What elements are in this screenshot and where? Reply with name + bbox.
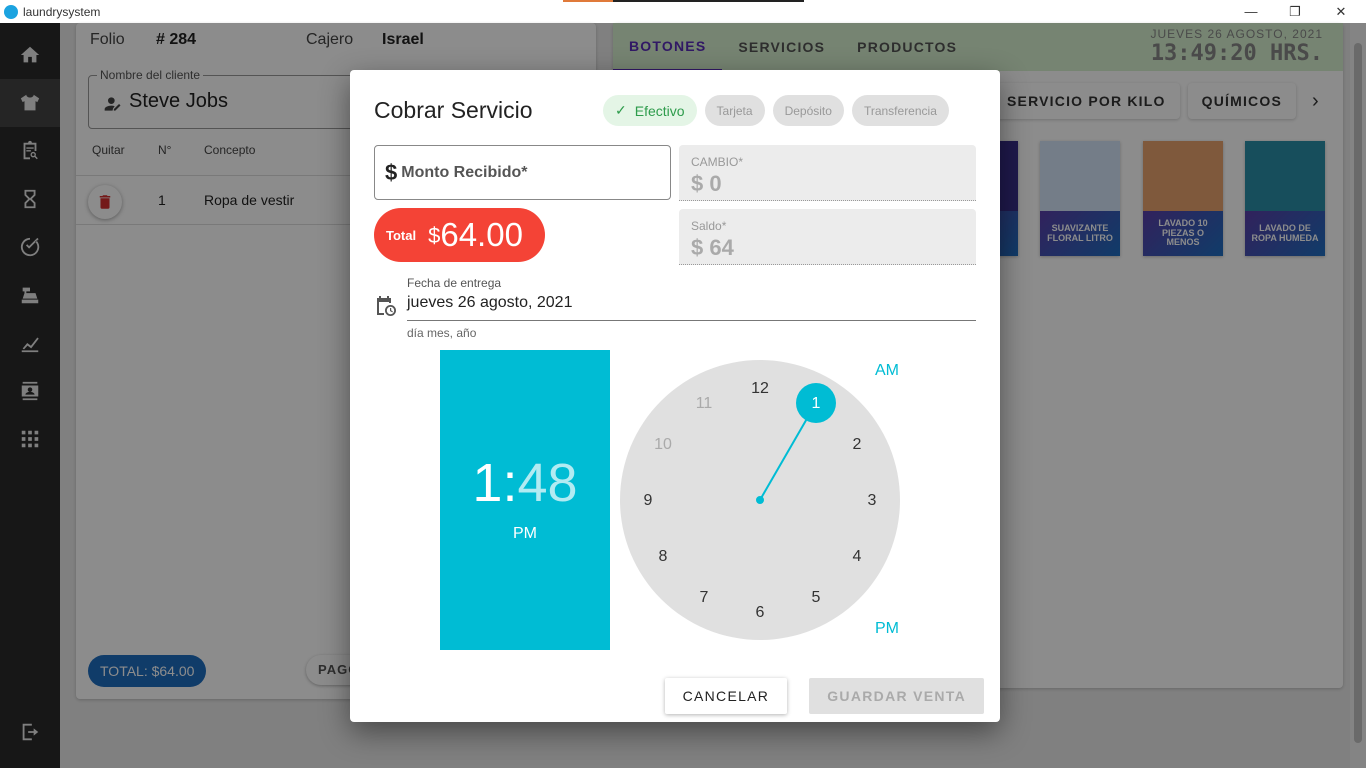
window-titlebar: laundrysystem — ❐ ✕ [0, 0, 1366, 23]
clock-hour-12[interactable]: 12 [751, 380, 769, 397]
total-badge: Total $ 64.00 [374, 208, 545, 262]
delivery-date-value[interactable]: jueves 26 agosto, 2021 [407, 294, 976, 321]
cancel-button[interactable]: CANCELAR [664, 678, 788, 714]
time-display: 1:48 [440, 452, 610, 514]
payment-card-chip[interactable]: Tarjeta [704, 95, 765, 126]
clock-hour-1[interactable]: 1 [812, 395, 821, 412]
clock-center [756, 496, 764, 504]
time-period[interactable]: PM [440, 525, 610, 543]
clock-hour-6[interactable]: 6 [756, 604, 765, 621]
balance-value: $ 64 [691, 235, 734, 260]
total-label: Total [386, 227, 417, 243]
titlebar-accent [563, 0, 804, 2]
calendar-clock-icon [377, 296, 396, 316]
clock-hour-2[interactable]: 2 [853, 436, 862, 453]
balance-label: Saldo* [691, 219, 727, 233]
delivery-date-label: Fecha de entrega [407, 276, 502, 290]
save-sale-button[interactable]: GUARDAR VENTA [809, 678, 984, 714]
balance-field: Saldo* $ 64 [679, 209, 976, 265]
clock-face[interactable]: 121234567891011 [620, 360, 900, 640]
restore-button[interactable]: ❐ [1272, 0, 1318, 23]
payment-deposit-chip[interactable]: Depósito [772, 95, 844, 126]
time-separator: : [502, 453, 518, 513]
clock-hour-7[interactable]: 7 [700, 589, 709, 606]
clock-hour-11[interactable]: 11 [696, 395, 713, 412]
dialog-title: Cobrar Servicio [374, 97, 533, 123]
am-button[interactable]: AM [875, 362, 899, 380]
clock-hour-10[interactable]: 10 [654, 436, 672, 453]
change-field: CAMBIO* $ 0 [679, 145, 976, 201]
clock-hour-9[interactable]: 9 [644, 492, 653, 509]
delivery-date-field[interactable]: Fecha de entrega jueves 26 agosto, 2021 … [374, 274, 976, 346]
total-value: 64.00 [440, 216, 523, 253]
amount-received-input[interactable] [401, 163, 642, 182]
amount-received-field[interactable]: $ [374, 145, 671, 200]
time-minute[interactable]: 48 [517, 453, 577, 513]
payment-method-chips: ✓ Efectivo Tarjeta Depósito Transferenci… [603, 95, 949, 126]
payment-cash-label: Efectivo [634, 102, 685, 119]
time-hour[interactable]: 1 [472, 453, 502, 513]
clock-hour-8[interactable]: 8 [659, 548, 668, 565]
pm-button[interactable]: PM [875, 620, 899, 638]
total-currency: $ [428, 223, 441, 248]
app-icon [4, 4, 18, 19]
close-window-button[interactable]: ✕ [1318, 0, 1364, 23]
clock-hour-3[interactable]: 3 [868, 492, 877, 509]
dollar-icon: $ [385, 159, 398, 185]
window-title: laundrysystem [23, 4, 101, 19]
check-icon: ✓ [615, 102, 627, 118]
clock-hour-5[interactable]: 5 [812, 589, 821, 606]
time-picker-header: 1:48 PM [440, 350, 610, 650]
change-value: $ 0 [691, 171, 722, 196]
dialog-actions: CANCELAR GUARDAR VENTA [664, 678, 984, 714]
charge-service-dialog: Cobrar Servicio ✓ Efectivo Tarjeta Depós… [350, 70, 1000, 722]
payment-transfer-chip[interactable]: Transferencia [851, 95, 949, 126]
clock-hour-4[interactable]: 4 [853, 548, 862, 565]
delivery-date-hint: día mes, año [407, 326, 477, 340]
minimize-button[interactable]: — [1228, 0, 1274, 23]
payment-cash-chip[interactable]: ✓ Efectivo [603, 95, 697, 126]
change-label: CAMBIO* [691, 155, 744, 169]
